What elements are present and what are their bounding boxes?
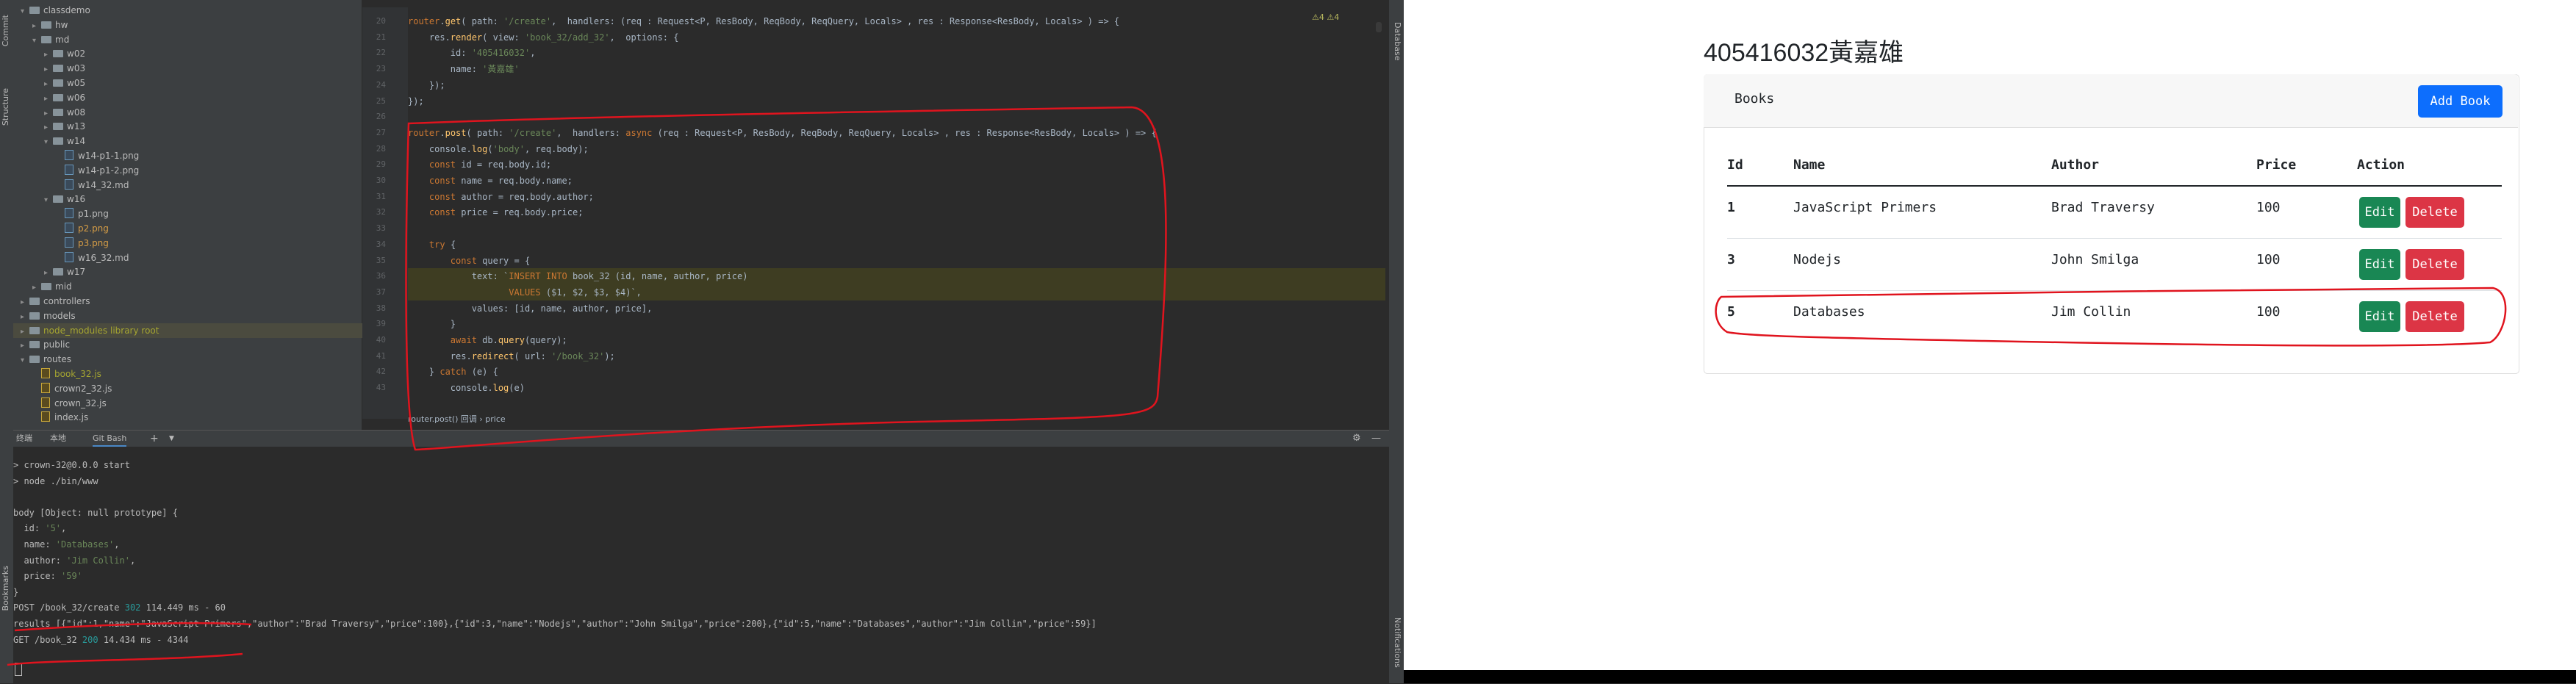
databases-row-circle — [1715, 287, 2507, 347]
annotation-layer — [7, 106, 2507, 666]
get-log-underline — [7, 652, 243, 666]
post-log-underline — [14, 622, 252, 632]
code-highlight-circle — [405, 106, 1167, 451]
